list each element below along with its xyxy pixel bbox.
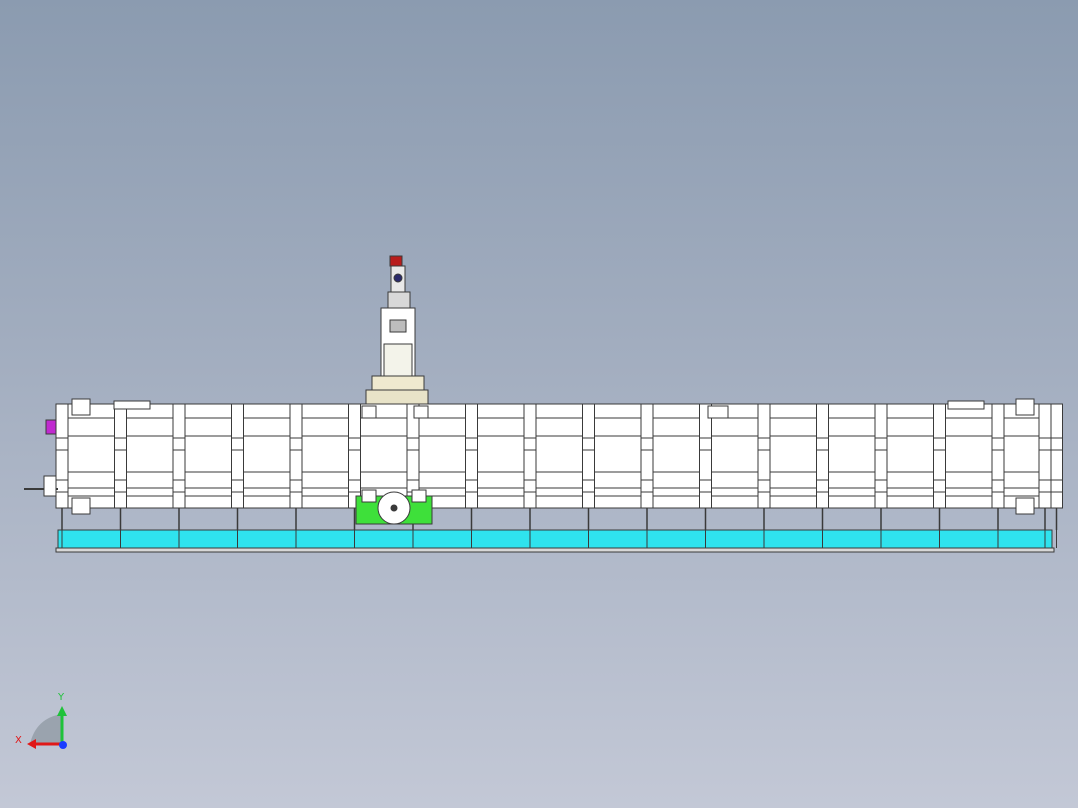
connector-box [45, 419, 57, 435]
axis-y-arrow [57, 706, 67, 716]
cable-clamp [43, 475, 57, 497]
frame-upper-panel [57, 417, 1053, 473]
robot-forearm [387, 291, 411, 309]
axis-x-label: X [15, 735, 22, 746]
post-clamp-upper [348, 437, 361, 451]
robot-arm[interactable] [365, 255, 429, 405]
post-clamp-lower [640, 479, 654, 493]
post-clamp-lower [582, 479, 595, 493]
linear-rail[interactable] [55, 529, 1057, 553]
post-clamp-lower [991, 479, 1005, 493]
robot-shoulder [383, 343, 413, 377]
coordinate-triad: X Y [15, 692, 67, 749]
frame-bottom-beam [57, 495, 1053, 509]
post-clamp-lower [699, 479, 712, 493]
post-clamp-upper [991, 437, 1005, 451]
drive-block-right [411, 489, 427, 503]
triad-plane [30, 714, 62, 744]
robot-wrist-joint [393, 273, 403, 283]
top-plate-left [113, 400, 151, 410]
post-clamp-lower [874, 479, 888, 493]
post-clamp-lower [1050, 479, 1063, 493]
axis-z-dot [59, 741, 67, 749]
top-carriage-right [413, 405, 429, 419]
drive-pulley-hub [390, 504, 398, 512]
post-clamp-upper [289, 437, 303, 451]
rail-base [55, 547, 1055, 553]
post-clamp-upper [582, 437, 595, 451]
post-clamp-upper [757, 437, 771, 451]
bracket-bottom-right [1015, 497, 1035, 515]
robot-gripper-tip [389, 255, 403, 267]
post-clamp-upper [1050, 437, 1063, 451]
axis-y-label: Y [57, 692, 65, 703]
bracket-top-right [1015, 398, 1035, 416]
post-clamp-lower [55, 479, 69, 493]
post-clamp-lower [465, 479, 478, 493]
post-clamp-lower [933, 479, 946, 493]
top-carriage-left [361, 405, 377, 419]
cad-viewport[interactable]: X Y [0, 0, 1078, 808]
post-clamp-lower [172, 479, 186, 493]
post-clamp-upper [465, 437, 478, 451]
top-plate-right [947, 400, 985, 410]
post-clamp-upper [1038, 437, 1052, 451]
post-clamp-lower [114, 479, 127, 493]
post-clamp-upper [55, 437, 69, 451]
frame-lower-panel [57, 471, 1053, 497]
post-clamp-lower [289, 479, 303, 493]
post-clamp-upper [933, 437, 946, 451]
post-clamp-upper [172, 437, 186, 451]
post-clamp-lower [231, 479, 244, 493]
post-clamp-upper [816, 437, 829, 451]
post-clamp-lower [757, 479, 771, 493]
post-clamp-lower [348, 479, 361, 493]
robot-elbow-block [389, 319, 407, 333]
post-clamp-lower [1038, 479, 1052, 493]
post-clamp-upper [699, 437, 712, 451]
post-clamp-upper [640, 437, 654, 451]
robot-base [371, 375, 425, 391]
left-end-details [24, 419, 58, 497]
post-clamp-upper [406, 437, 420, 451]
post-clamp-lower [816, 479, 829, 493]
conveyor-frame[interactable] [57, 403, 1053, 509]
cad-scene[interactable]: X Y [0, 0, 1078, 808]
bracket-bottom-left [71, 497, 91, 515]
post-clamp-upper [523, 437, 537, 451]
frame-legs [61, 508, 1058, 530]
rail-body [57, 529, 1053, 549]
post-clamp-lower [523, 479, 537, 493]
post-clamp-upper [874, 437, 888, 451]
post-clamp-upper [114, 437, 127, 451]
drive-block-left [361, 489, 377, 503]
bracket-top-left [71, 398, 91, 416]
robot-base-plate [365, 389, 429, 405]
post-clamp-upper [231, 437, 244, 451]
mid-carriage-block [707, 405, 729, 419]
frame-top-beam [57, 403, 1053, 419]
